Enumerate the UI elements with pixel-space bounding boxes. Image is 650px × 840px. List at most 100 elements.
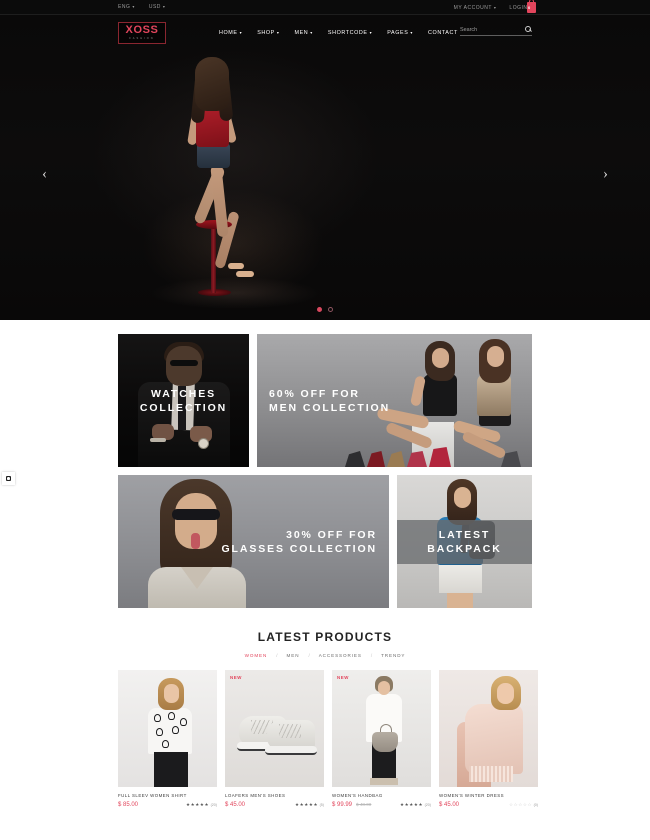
product-card[interactable]: NEW WOMEN'S HANDBAG $ 99.99 $ 48.00 ★ ★	[332, 670, 431, 808]
nav-item-pages[interactable]: PAGES ▾	[387, 30, 413, 36]
slider-pagination	[0, 307, 650, 312]
star-icon: ★	[399, 801, 405, 807]
slider-next-button[interactable]: ›	[603, 167, 608, 182]
settings-panel-toggle[interactable]	[2, 472, 15, 485]
chevron-down-icon: ▾	[162, 4, 166, 9]
logo-secondary-text: FASHION	[129, 37, 155, 40]
slider-dot-1[interactable]	[317, 307, 322, 312]
search-input[interactable]	[460, 26, 516, 33]
product4-face	[497, 683, 514, 704]
filter-men[interactable]: MEN	[287, 653, 300, 658]
product-thumbnail[interactable]: NEW	[332, 670, 431, 787]
promo-backpack-label: LATEST BACKPACK	[397, 528, 532, 556]
new-badge: NEW	[230, 675, 243, 680]
product-rating: ☆ ☆ ☆ ☆ ☆ (0)	[509, 801, 538, 808]
hero-floor-glow	[150, 277, 320, 309]
filter-separator: /	[370, 653, 373, 658]
logo-primary-text: XOSS	[125, 24, 159, 36]
nav-item-shop[interactable]: SHOP ▾	[257, 30, 279, 36]
promo-line-1: 30% OFF FOR	[286, 528, 377, 541]
product-price: $ 99.99	[332, 802, 353, 808]
product4-fringe	[469, 766, 513, 782]
product-card[interactable]: FULL SLEEV WOMEN SHIRT $ 85.00 ★ ★ ★ ★ ★…	[118, 670, 217, 808]
site-logo[interactable]: XOSS FASHION	[118, 22, 166, 44]
promo-line-1: 60% OFF FOR	[269, 387, 360, 400]
product2-sole-right	[265, 746, 317, 755]
product-old-price: $ 48.00	[356, 802, 372, 807]
product-thumbnail[interactable]: NEW	[225, 670, 324, 787]
chevron-down-icon: ▾	[132, 4, 135, 9]
product3-face	[378, 681, 390, 695]
product-thumbnail[interactable]	[439, 670, 538, 787]
promo-banners: WATCHES COLLECTION 60% OFF FOR MEN COLLE…	[0, 320, 650, 608]
promo-men-collection[interactable]: 60% OFF FOR MEN COLLECTION	[257, 334, 532, 467]
language-selector[interactable]: ENG ▾	[118, 4, 135, 10]
rating-count: (5)	[319, 803, 324, 807]
filter-women[interactable]: WOMEN	[245, 653, 268, 658]
product-card[interactable]: NEW LOAFERS MEN'S SHOES $ 45.00 ★ ★ ★ ★	[225, 670, 324, 808]
nav-item-shortcode[interactable]: SHORTCODE ▾	[328, 30, 372, 36]
my-account-menu[interactable]: MY ACCOUNT ▾	[454, 5, 497, 11]
star-icon: ☆	[527, 801, 532, 807]
product-card[interactable]: WOMEN'S WINTER DRESS $ 45.00 ☆ ☆ ☆ ☆ ☆ (…	[439, 670, 538, 808]
product-price: $ 85.00	[118, 802, 139, 808]
chevron-down-icon: ▾	[410, 30, 414, 35]
product2-laces-right	[279, 724, 301, 738]
product-name[interactable]: WOMEN'S WINTER DRESS	[439, 793, 538, 798]
search-box[interactable]	[460, 26, 532, 36]
promo-line-1: WATCHES	[150, 387, 217, 400]
product-thumbnail[interactable]	[118, 670, 217, 787]
product1-face	[164, 684, 179, 703]
chevron-down-icon: ▾	[369, 30, 373, 35]
promo-line-2: BACKPACK	[427, 542, 502, 555]
star-icon: ★	[294, 801, 300, 807]
promo-glasses-collection[interactable]: 30% OFF FOR GLASSES COLLECTION	[118, 475, 389, 608]
slider-prev-button[interactable]: ‹	[42, 167, 47, 182]
site-header: XOSS FASHION HOME ▾ SHOP ▾ MEN ▾ SHORTCO…	[0, 15, 650, 51]
product1-print-dot	[168, 712, 175, 720]
product-name[interactable]: FULL SLEEV WOMEN SHIRT	[118, 793, 217, 798]
product1-print-dot	[154, 714, 161, 722]
currency-label: USD	[148, 4, 161, 10]
watches-wristwatch	[198, 438, 209, 449]
star-icon: ★	[313, 801, 318, 807]
promo-men-label: 60% OFF FOR MEN COLLECTION	[269, 387, 390, 415]
slider-dot-2[interactable]	[328, 307, 333, 312]
nav-label: SHORTCODE	[327, 30, 368, 36]
product3-handbag	[372, 732, 398, 752]
chevron-down-icon: ▾	[310, 30, 313, 35]
product-meta-row: $ 45.00 ★ ★ ★ ★ ★ (5)	[225, 802, 324, 808]
product-meta-row: $ 45.00 ☆ ☆ ☆ ☆ ☆ (0)	[439, 802, 538, 808]
chevron-down-icon: ▾	[239, 30, 243, 35]
men-shoe-1	[345, 451, 365, 467]
top-bar: ENG ▾ USD ▾ MY ACCOUNT ▾ LOGIN ▾ 0	[0, 0, 650, 15]
currency-selector[interactable]: USD ▾	[149, 4, 166, 10]
product-name[interactable]: LOAFERS MEN'S SHOES	[225, 793, 324, 798]
top-bar-right: MY ACCOUNT ▾ LOGIN ▾	[454, 0, 532, 15]
filter-trendy[interactable]: TRENDY	[381, 653, 405, 658]
men-shoe-2	[367, 451, 385, 467]
hero-slider[interactable]: ‹ › XOSS FASHION HOME ▾ SHOP ▾ MEN ▾ SHO…	[0, 15, 650, 320]
filter-separator: /	[308, 653, 310, 658]
promo-watches-collection[interactable]: WATCHES COLLECTION	[118, 334, 249, 467]
nav-item-men[interactable]: MEN ▾	[294, 30, 312, 36]
filter-accessories[interactable]: ACCESSORIES	[319, 653, 362, 658]
product-name[interactable]: WOMEN'S HANDBAG	[332, 793, 431, 798]
nav-item-home[interactable]: HOME ▾	[219, 30, 242, 36]
product-rating: ★ ★ ★ ★ ★ (5)	[294, 801, 324, 808]
men-shoe-3	[387, 451, 405, 467]
star-icon: ★	[304, 801, 309, 807]
star-icon: ★	[299, 801, 304, 807]
search-icon[interactable]	[525, 26, 532, 33]
promo-latest-backpack[interactable]: LATEST BACKPACK	[397, 475, 532, 608]
star-icon: ★	[190, 801, 195, 807]
star-icon: ★	[195, 801, 200, 807]
star-icon: ☆	[522, 801, 527, 807]
hero-model-shoe-1	[228, 263, 244, 269]
chevron-down-icon: ▾	[276, 30, 280, 35]
men-model2-face	[487, 346, 504, 367]
nav-item-contact[interactable]: CONTACT	[428, 30, 458, 36]
star-icon: ★	[418, 801, 423, 807]
backpack-legs	[447, 591, 473, 608]
watches-head	[166, 346, 202, 386]
